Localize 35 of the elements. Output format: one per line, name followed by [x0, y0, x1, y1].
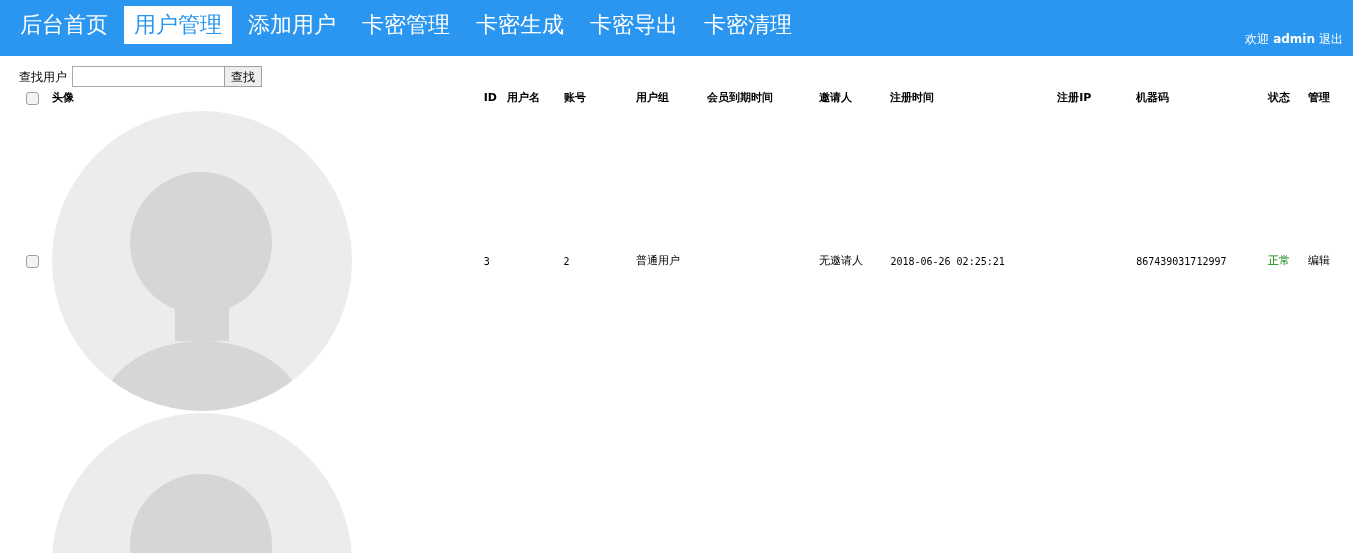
table-cell: 2018-06-26 02:25:21 — [890, 255, 1005, 267]
column-header: 状态 — [1268, 90, 1291, 104]
table-cell: 867439031712997 — [1136, 255, 1227, 267]
column-header: ID — [483, 90, 497, 104]
nav-link[interactable]: 卡密管理 — [352, 6, 460, 44]
column-header: 用户组 — [635, 90, 669, 104]
edit-link[interactable]: 编辑 — [1308, 253, 1331, 267]
table-cell: 3 — [483, 255, 490, 267]
search-label: 查找用户 — [19, 68, 67, 86]
column-header: 注册时间 — [890, 90, 935, 104]
table-cell: 普通用户 — [635, 253, 680, 267]
column-header: 邀请人 — [819, 90, 853, 104]
welcome-text: 欢迎 — [1245, 31, 1270, 48]
nav-link[interactable]: 后台首页 — [10, 6, 118, 44]
nav-link[interactable]: 用户管理 — [124, 6, 232, 44]
column-header: 会员到期时间 — [706, 90, 773, 104]
column-header: 注册IP — [1057, 90, 1092, 104]
table-cell: 2 — [563, 255, 570, 267]
table-cell: 无邀请人 — [819, 253, 864, 267]
nav-link[interactable]: 卡密导出 — [580, 6, 688, 44]
search-field[interactable] — [72, 66, 225, 87]
nav-link[interactable]: 卡密生成 — [466, 6, 574, 44]
column-header: 管理 — [1308, 90, 1331, 104]
username-text: admin — [1273, 31, 1315, 48]
column-header: 用户名 — [506, 90, 540, 104]
status-text: 正常 — [1268, 253, 1291, 267]
nav-link[interactable]: 卡密清理 — [694, 6, 802, 44]
nav-link[interactable]: 添加用户 — [238, 6, 346, 44]
search-button[interactable]: 查找 — [224, 66, 262, 87]
column-header: 头像 — [52, 90, 74, 104]
checkbox[interactable] — [26, 254, 39, 268]
column-header: 机器码 — [1136, 90, 1170, 104]
checkbox[interactable] — [26, 91, 39, 105]
logout-link[interactable]: 退出 — [1319, 30, 1343, 48]
column-header: 账号 — [563, 90, 586, 104]
